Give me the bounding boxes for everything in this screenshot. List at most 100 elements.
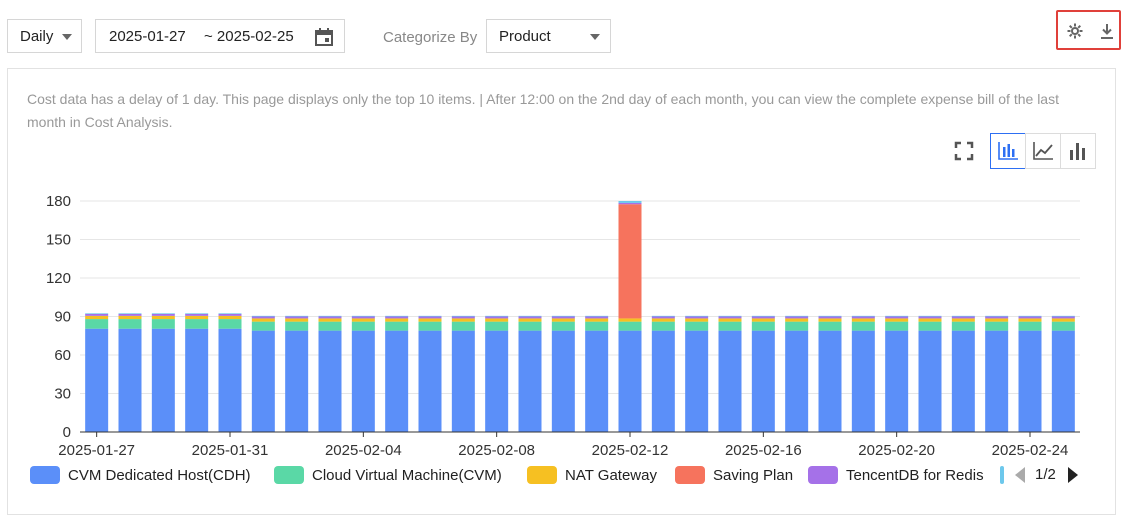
bar-segment	[1051, 315, 1075, 317]
bar-segment	[585, 315, 609, 317]
bar-segment	[418, 321, 442, 331]
bar-segment	[518, 330, 542, 432]
x-tick-label: 2025-02-24	[992, 442, 1069, 459]
caret-right-icon[interactable]	[1067, 466, 1078, 483]
bar-segment	[185, 319, 209, 329]
bar-segment	[185, 328, 209, 432]
bar-segment	[785, 316, 809, 319]
bar-segment	[618, 202, 642, 205]
bar-segment	[485, 316, 509, 319]
bar-segment	[618, 204, 642, 319]
y-tick-label: 90	[54, 309, 71, 326]
legend-item[interactable]: Saving Plan	[675, 466, 793, 484]
bar-segment	[1051, 321, 1075, 331]
bar-segment	[418, 316, 442, 319]
bar-segment	[151, 313, 175, 314]
legend-label: NAT Gateway	[565, 466, 657, 484]
bar-segment	[485, 321, 509, 331]
bar-segment	[318, 315, 342, 317]
bar-segment	[785, 330, 809, 432]
legend-item[interactable]: CVM Dedicated Host(CDH)	[30, 466, 251, 484]
bar-segment	[118, 315, 142, 320]
bar-segment	[451, 318, 475, 322]
bar-segment	[685, 330, 709, 432]
bar-segment	[118, 313, 142, 314]
bar-segment	[818, 315, 842, 317]
bar-segment	[351, 315, 375, 317]
bar-segment	[318, 316, 342, 319]
bar-segment	[885, 330, 909, 432]
bar-segment	[1051, 316, 1075, 319]
bar-segment	[718, 315, 742, 317]
legend-item[interactable]: NAT Gateway	[527, 466, 657, 484]
bar-segment	[951, 316, 975, 319]
bar-segment	[285, 330, 309, 432]
bar-segment	[485, 315, 509, 317]
bar-segment	[251, 315, 275, 317]
bar-segment	[751, 315, 775, 317]
legend-item[interactable]	[1000, 466, 1004, 484]
bar-segment	[318, 318, 342, 322]
bar-segment	[518, 321, 542, 331]
bar-segment	[951, 330, 975, 432]
bar-segment	[618, 330, 642, 432]
bar-segment	[851, 321, 875, 331]
bar-segment	[851, 318, 875, 322]
bar-segment	[485, 330, 509, 432]
bar-segment	[751, 330, 775, 432]
bar-segment	[151, 313, 175, 316]
bar-segment	[518, 315, 542, 317]
bar-segment	[951, 315, 975, 317]
bar-segment	[418, 330, 442, 432]
bar-segment	[251, 321, 275, 331]
bar-segment	[718, 316, 742, 319]
bar-segment	[685, 315, 709, 317]
bar-segment	[918, 330, 942, 432]
bar-segment	[618, 318, 642, 322]
legend-label: Saving Plan	[713, 466, 794, 484]
legend-item[interactable]: Cloud Virtual Machine(CVM)	[274, 466, 502, 484]
bar-segment	[1018, 321, 1042, 331]
bar-segment	[885, 321, 909, 331]
legend-pager: 1/2	[1015, 466, 1078, 483]
y-tick-label: 0	[63, 424, 71, 441]
bar-segment	[251, 316, 275, 319]
legend-item[interactable]: TencentDB for Redis	[808, 466, 984, 484]
bar-segment	[85, 313, 109, 316]
bar-segment	[118, 313, 142, 316]
bar-segment	[351, 330, 375, 432]
legend-swatch	[30, 466, 60, 484]
bar-segment	[918, 318, 942, 322]
bar-segment	[751, 318, 775, 322]
bar-segment	[651, 315, 675, 317]
bar-segment	[1018, 316, 1042, 319]
bar-segment	[818, 318, 842, 322]
bar-segment	[585, 316, 609, 319]
bar-segment	[518, 316, 542, 319]
bar-segment	[418, 315, 442, 317]
legend-swatch	[675, 466, 705, 484]
bar-segment	[385, 321, 409, 331]
legend-label: CVM Dedicated Host(CDH)	[68, 466, 251, 484]
caret-left-icon[interactable]	[1015, 466, 1025, 483]
bar-segment	[818, 316, 842, 319]
bar-segment	[485, 318, 509, 322]
bar-segment	[351, 318, 375, 322]
bar-segment	[818, 321, 842, 331]
bar-segment	[651, 321, 675, 331]
bar-segment	[885, 316, 909, 319]
bar-segment	[985, 321, 1009, 331]
bar-segment	[751, 316, 775, 319]
bar-segment	[685, 318, 709, 322]
bar-segment	[285, 321, 309, 331]
y-tick-label: 180	[46, 193, 71, 210]
bar-segment	[85, 313, 109, 314]
bar-segment	[685, 316, 709, 319]
bar-segment	[451, 315, 475, 317]
y-tick-label: 60	[54, 347, 71, 364]
bar-segment	[218, 313, 242, 314]
bar-segment	[151, 315, 175, 320]
bar-segment	[585, 330, 609, 432]
bar-segment	[918, 321, 942, 331]
bar-segment	[318, 321, 342, 331]
